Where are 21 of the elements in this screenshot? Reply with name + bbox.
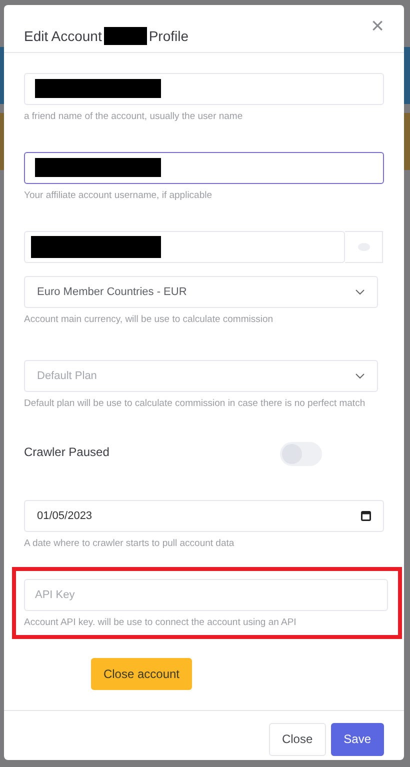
toggle-label: Crawler Paused bbox=[24, 444, 110, 459]
close-account-button[interactable]: Close account bbox=[91, 658, 192, 690]
title-text: Edit Account bbox=[24, 28, 102, 44]
help-text: Account main currency, will be use to calculate commission bbox=[24, 312, 274, 327]
date-field[interactable]: 01/05/2023 bbox=[24, 500, 384, 532]
select-field[interactable]: Euro Member Countries - EUR bbox=[24, 276, 378, 308]
calendar-icon bbox=[361, 510, 371, 521]
save-button[interactable]: Save bbox=[330, 722, 384, 756]
chevron-down-icon bbox=[355, 288, 365, 295]
toggle-switch[interactable] bbox=[280, 442, 322, 466]
close-button[interactable]: Close bbox=[268, 722, 326, 756]
text-field[interactable] bbox=[24, 152, 384, 184]
chevron-down-icon bbox=[355, 372, 365, 379]
help-text: a friend name of the account, usually the user name bbox=[24, 110, 244, 124]
close-button[interactable]: × bbox=[369, 13, 386, 39]
help-text: A date where to crawler starts to pull account data bbox=[24, 536, 236, 551]
title-text: Profile bbox=[148, 28, 189, 44]
password-field[interactable] bbox=[24, 230, 345, 263]
help-text: Default plan will be use to calculate commission in case there is no perfect match bbox=[24, 396, 366, 411]
help-text: Account API key. will be use to connect the account using an API bbox=[24, 616, 298, 630]
help-text: Your affiliate account username, if applicable bbox=[24, 188, 214, 203]
